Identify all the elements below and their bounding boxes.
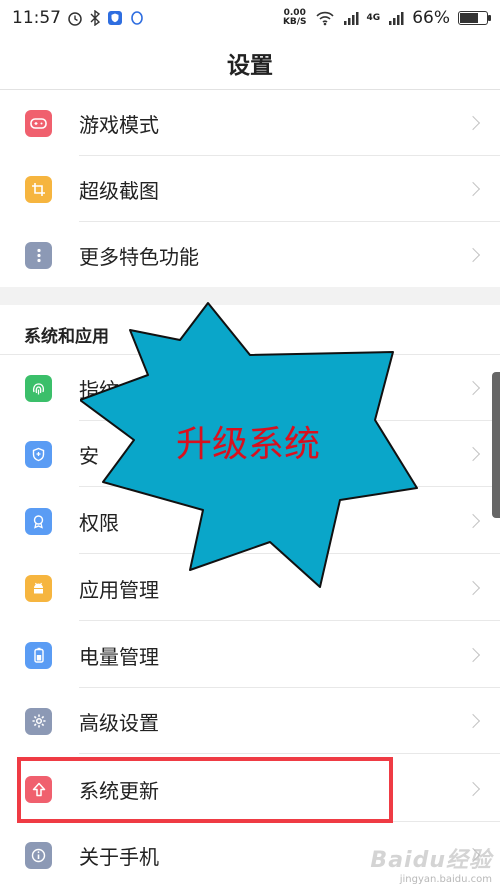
qq-icon (129, 10, 145, 26)
signal-icon-2 (388, 10, 404, 26)
chevron-right-icon (465, 781, 481, 797)
info-icon (25, 841, 52, 869)
battery-percent: 66% (412, 8, 450, 28)
settings-item-game-mode[interactable]: 游戏模式 (0, 90, 500, 156)
chevron-right-icon (465, 446, 481, 462)
settings-item-advanced-settings[interactable]: 高级设置 (0, 688, 500, 754)
settings-item-label: 超级截图 (79, 178, 159, 203)
chevron-right-icon (465, 580, 481, 596)
chevron-right-icon (465, 247, 481, 263)
clock: 11:57 (12, 8, 61, 28)
wifi-icon (315, 10, 335, 26)
more-icon (25, 241, 52, 269)
chevron-right-icon (465, 513, 481, 529)
signal-icon (343, 10, 359, 26)
battery-icon (25, 641, 52, 669)
chevron-right-icon (465, 380, 481, 396)
fingerprint-icon (25, 374, 52, 402)
chevron-right-icon (465, 181, 481, 197)
scrollbar-thumb[interactable] (492, 372, 500, 518)
highlight-box (17, 757, 393, 823)
battery-icon (458, 11, 491, 25)
divider (79, 753, 500, 754)
callout-text: 升级系统 (176, 424, 321, 465)
shield-icon (25, 440, 52, 468)
net-speed: 0.00 KB/S (282, 8, 307, 27)
android-icon (25, 574, 52, 602)
watermark-domain: jingyan.baidu.com (399, 874, 492, 885)
settings-item-super-screenshot[interactable]: 超级截图 (0, 156, 500, 222)
status-bar: 11:57 0.00 KB/S 4G 66% (0, 0, 500, 36)
settings-item-more-features[interactable]: 更多特色功能 (0, 222, 500, 288)
alarm-icon (67, 10, 83, 26)
settings-item-label: 高级设置 (79, 710, 159, 735)
screenshot-icon (25, 175, 52, 203)
settings-item-label: 游戏模式 (79, 112, 159, 137)
shield-app-icon (107, 10, 123, 26)
gear-icon (25, 707, 52, 735)
permission-icon (25, 507, 52, 535)
settings-item-label: 更多特色功能 (79, 244, 199, 269)
bluetooth-icon (89, 10, 101, 26)
watermark: Baidu经验 jingyan.baidu.com (370, 842, 492, 885)
divider (79, 620, 500, 621)
gamepad-icon (25, 109, 52, 137)
watermark-brand: Baidu经验 (370, 848, 492, 873)
chevron-right-icon (465, 713, 481, 729)
chevron-right-icon (465, 647, 481, 663)
page-title: 设置 (227, 52, 273, 79)
network-type: 4G (366, 13, 381, 23)
chevron-right-icon (465, 115, 481, 131)
title-bar: 设置 (0, 36, 500, 90)
settings-item-label: 电量管理 (79, 644, 159, 669)
settings-item-label: 关于手机 (79, 844, 159, 869)
settings-item-battery-management[interactable]: 电量管理 (0, 622, 500, 688)
